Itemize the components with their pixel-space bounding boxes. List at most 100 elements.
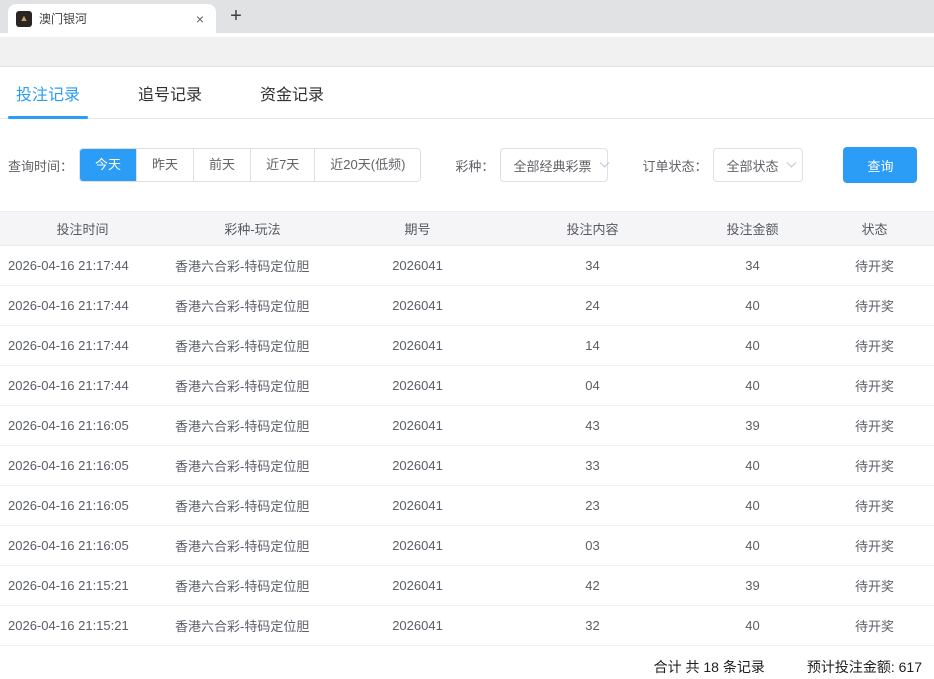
cell-bet-content: 42: [495, 566, 690, 606]
bet-records-table: 投注时间 彩种-玩法 期号 投注内容 投注金额 状态 2026-04-16 21…: [0, 211, 934, 646]
cell-lottery-play: 香港六合彩-特码定位胆: [165, 566, 340, 606]
cell-bet-time: 2026-04-16 21:16:05: [0, 486, 165, 526]
lottery-select[interactable]: 全部经典彩票: [500, 148, 608, 182]
tab-bet-records[interactable]: 投注记录: [8, 73, 88, 118]
cell-issue: 2026041: [340, 446, 495, 486]
order-status-select[interactable]: 全部状态: [713, 148, 803, 182]
cell-bet-content: 32: [495, 606, 690, 646]
cell-lottery-play: 香港六合彩-特码定位胆: [165, 606, 340, 646]
summary-bar: 合计 共 18 条记录 预计投注金额: 617: [0, 657, 934, 677]
cell-lottery-play: 香港六合彩-特码定位胆: [165, 486, 340, 526]
cell-bet-time: 2026-04-16 21:17:44: [0, 366, 165, 406]
cell-bet-time: 2026-04-16 21:17:44: [0, 326, 165, 366]
cell-status: 待开奖: [815, 286, 934, 326]
col-bet-content: 投注内容: [495, 212, 690, 246]
table-row: 2026-04-16 21:16:05香港六合彩-特码定位胆2026041234…: [0, 486, 934, 526]
browser-tab-title: 澳门银河: [39, 10, 192, 27]
cell-lottery-play: 香港六合彩-特码定位胆: [165, 446, 340, 486]
table-row: 2026-04-16 21:16:05香港六合彩-特码定位胆2026041034…: [0, 526, 934, 566]
cell-bet-time: 2026-04-16 21:17:44: [0, 286, 165, 326]
col-issue: 期号: [340, 212, 495, 246]
cell-status: 待开奖: [815, 446, 934, 486]
cell-lottery-play: 香港六合彩-特码定位胆: [165, 286, 340, 326]
cell-bet-content: 43: [495, 406, 690, 446]
cell-lottery-play: 香港六合彩-特码定位胆: [165, 406, 340, 446]
cell-bet-amount: 34: [690, 246, 815, 286]
cell-status: 待开奖: [815, 486, 934, 526]
estimated-amount-text: 预计投注金额: 617: [807, 657, 922, 677]
cell-bet-content: 23: [495, 486, 690, 526]
cell-status: 待开奖: [815, 246, 934, 286]
table-row: 2026-04-16 21:16:05香港六合彩-特码定位胆2026041334…: [0, 446, 934, 486]
browser-tab-bar: ▲ 澳门银河 × +: [0, 0, 934, 33]
cell-status: 待开奖: [815, 406, 934, 446]
browser-tab[interactable]: ▲ 澳门银河 ×: [8, 4, 216, 33]
cell-bet-amount: 40: [690, 326, 815, 366]
cell-bet-content: 04: [495, 366, 690, 406]
cell-bet-amount: 40: [690, 286, 815, 326]
page-content: 投注记录追号记录资金记录 查询时间： 今天昨天前天近7天近20天(低频) 彩种：…: [0, 67, 934, 677]
cell-issue: 2026041: [340, 566, 495, 606]
cell-issue: 2026041: [340, 366, 495, 406]
cell-bet-amount: 39: [690, 406, 815, 446]
cell-bet-content: 24: [495, 286, 690, 326]
cell-issue: 2026041: [340, 486, 495, 526]
time-option-4[interactable]: 近20天(低频): [315, 149, 420, 181]
cell-issue: 2026041: [340, 526, 495, 566]
chevron-down-icon: [787, 157, 797, 167]
cell-lottery-play: 香港六合彩-特码定位胆: [165, 326, 340, 366]
table-row: 2026-04-16 21:15:21香港六合彩-特码定位胆2026041324…: [0, 606, 934, 646]
cell-bet-amount: 40: [690, 606, 815, 646]
tab-chase-records[interactable]: 追号记录: [130, 73, 210, 118]
cell-bet-amount: 40: [690, 366, 815, 406]
cell-bet-content: 03: [495, 526, 690, 566]
order-status-label: 订单状态：: [642, 156, 707, 175]
cell-status: 待开奖: [815, 326, 934, 366]
cell-bet-amount: 40: [690, 446, 815, 486]
record-tabs: 投注记录追号记录资金记录: [0, 67, 934, 119]
time-option-0[interactable]: 今天: [80, 149, 137, 181]
cell-bet-content: 34: [495, 246, 690, 286]
table-row: 2026-04-16 21:16:05香港六合彩-特码定位胆2026041433…: [0, 406, 934, 446]
cell-bet-amount: 40: [690, 526, 815, 566]
lottery-filter-label: 彩种：: [455, 156, 494, 175]
cell-bet-time: 2026-04-16 21:16:05: [0, 406, 165, 446]
order-status-value: 全部状态: [726, 156, 778, 175]
cell-status: 待开奖: [815, 606, 934, 646]
cell-lottery-play: 香港六合彩-特码定位胆: [165, 366, 340, 406]
new-tab-button[interactable]: +: [222, 3, 250, 31]
cell-lottery-play: 香港六合彩-特码定位胆: [165, 526, 340, 566]
cell-status: 待开奖: [815, 566, 934, 606]
cell-bet-time: 2026-04-16 21:15:21: [0, 566, 165, 606]
col-lottery-play: 彩种-玩法: [165, 212, 340, 246]
cell-issue: 2026041: [340, 286, 495, 326]
total-records-text: 合计 共 18 条记录: [654, 657, 765, 677]
cell-bet-time: 2026-04-16 21:15:21: [0, 606, 165, 646]
time-option-2[interactable]: 前天: [194, 149, 251, 181]
query-button[interactable]: 查询: [843, 147, 917, 183]
browser-toolbar-strip: [0, 37, 934, 67]
cell-bet-content: 33: [495, 446, 690, 486]
table-row: 2026-04-16 21:17:44香港六合彩-特码定位胆2026041343…: [0, 246, 934, 286]
galaxy-triangle-icon: ▲: [20, 14, 29, 23]
col-bet-time: 投注时间: [0, 212, 165, 246]
close-tab-icon[interactable]: ×: [192, 11, 208, 27]
time-range-group: 今天昨天前天近7天近20天(低频): [79, 148, 421, 182]
table-row: 2026-04-16 21:17:44香港六合彩-特码定位胆2026041044…: [0, 366, 934, 406]
cell-lottery-play: 香港六合彩-特码定位胆: [165, 246, 340, 286]
cell-status: 待开奖: [815, 526, 934, 566]
time-filter-label: 查询时间：: [8, 156, 73, 175]
cell-bet-amount: 39: [690, 566, 815, 606]
site-favicon-icon: ▲: [16, 11, 32, 27]
filter-bar: 查询时间： 今天昨天前天近7天近20天(低频) 彩种： 全部经典彩票 订单状态：…: [8, 147, 934, 183]
cell-bet-amount: 40: [690, 486, 815, 526]
table-row: 2026-04-16 21:15:21香港六合彩-特码定位胆2026041423…: [0, 566, 934, 606]
tab-fund-records[interactable]: 资金记录: [252, 73, 332, 118]
cell-bet-time: 2026-04-16 21:16:05: [0, 446, 165, 486]
time-option-1[interactable]: 昨天: [137, 149, 194, 181]
cell-issue: 2026041: [340, 326, 495, 366]
time-option-3[interactable]: 近7天: [251, 149, 315, 181]
cell-status: 待开奖: [815, 366, 934, 406]
cell-bet-time: 2026-04-16 21:16:05: [0, 526, 165, 566]
cell-issue: 2026041: [340, 406, 495, 446]
